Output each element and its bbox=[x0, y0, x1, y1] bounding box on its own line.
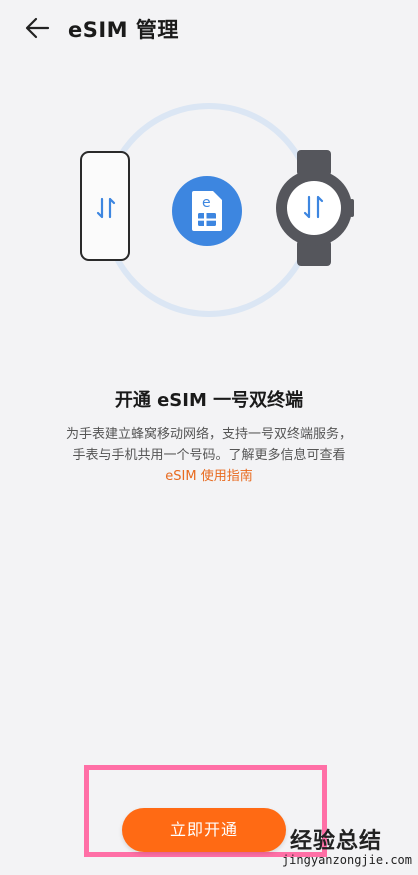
description-line-2: 手表与手机共用一个号码。了解更多信息可查看 bbox=[72, 448, 346, 463]
arrow-left-icon bbox=[25, 17, 50, 39]
activate-button[interactable]: 立即开通 bbox=[122, 808, 286, 852]
esim-guide-link[interactable]: eSIM 使用指南 bbox=[20, 466, 398, 487]
watermark-url: jingyanzongjie.com bbox=[281, 853, 412, 867]
description: 为手表建立蜂窝移动网络，支持一号双终端服务， 手表与手机共用一个号码。了解更多信… bbox=[20, 424, 398, 487]
top-bar: eSIM 管理 bbox=[0, 0, 418, 60]
esim-card-icon: e bbox=[172, 176, 242, 246]
phone-icon bbox=[80, 151, 130, 261]
description-line-1: 为手表建立蜂窝移动网络，支持一号双终端服务， bbox=[65, 427, 352, 442]
esim-illustration: e bbox=[0, 90, 418, 340]
smartwatch-icon bbox=[276, 150, 354, 266]
watermark-text: 经验总结 bbox=[290, 829, 383, 854]
sim-letter: e bbox=[202, 195, 211, 211]
headline: 开通 eSIM 一号双终端 bbox=[114, 390, 304, 411]
back-button[interactable] bbox=[18, 10, 58, 46]
transfer-arrows-icon bbox=[96, 197, 116, 219]
page-title: eSIM 管理 bbox=[68, 18, 179, 42]
